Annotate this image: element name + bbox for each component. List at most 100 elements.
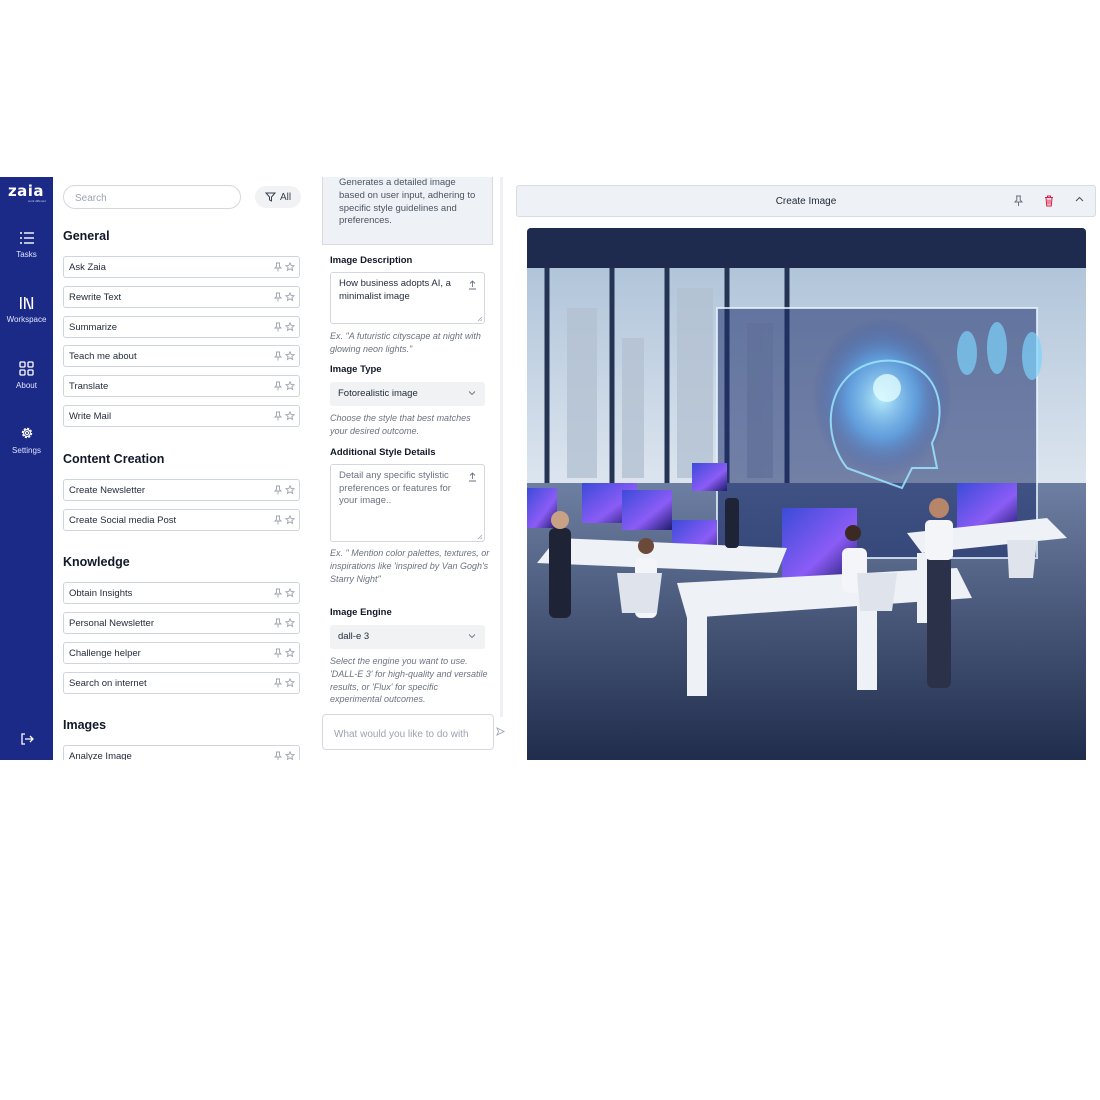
pin-icon[interactable] [274,515,282,525]
pin-icon[interactable] [274,751,282,760]
image-description-field[interactable]: How business adopts AI, a minimalist ima… [330,272,485,324]
pin-icon[interactable] [274,678,282,688]
task-item-ask-zaia[interactable]: Ask Zaia [63,256,300,278]
task-description: Generates a detailed image based on user… [322,177,493,245]
nav-label-settings: Settings [12,446,41,455]
image-engine-value: dall-e 3 [338,631,370,642]
grid-icon [19,361,34,376]
image-description-value: How business adopts AI, a minimalist ima… [339,278,451,302]
nav-label-about: About [16,381,37,390]
filter-button[interactable]: All [255,186,301,208]
task-label: Rewrite Text [69,292,122,303]
task-item-obtain-insights[interactable]: Obtain Insights [63,582,300,604]
chevron-up-icon[interactable] [1075,196,1084,202]
chat-input-box [322,714,494,750]
task-item-write-mail[interactable]: Write Mail [63,405,300,427]
star-icon[interactable] [285,618,295,628]
nav-item-settings[interactable]: Settings [0,425,53,455]
task-item-create-newsletter[interactable]: Create Newsletter [63,479,300,501]
star-icon[interactable] [285,678,295,688]
pin-icon[interactable] [274,588,282,598]
image-type-select[interactable]: Fotorealistic image [330,382,485,406]
nav-item-tasks[interactable]: Tasks [0,231,53,259]
task-item-search-on-internet[interactable]: Search on internet [63,672,300,694]
chat-input[interactable] [332,723,491,745]
result-header: Create Image [516,185,1096,217]
task-item-create-social-media-post[interactable]: Create Social media Post [63,509,300,531]
additional-style-placeholder: Detail any specific stylistic preference… [339,470,451,507]
star-icon[interactable] [285,588,295,598]
pin-icon[interactable] [274,292,282,302]
task-item-translate[interactable]: Translate [63,375,300,397]
pin-icon[interactable] [274,322,282,332]
pin-icon[interactable] [274,618,282,628]
resize-handle-icon[interactable] [477,534,483,540]
pin-icon[interactable] [274,262,282,272]
image-engine-select[interactable]: dall-e 3 [330,625,485,649]
library-icon [19,297,33,310]
search-input[interactable] [73,187,227,209]
star-icon[interactable] [285,322,295,332]
result-title: Create Image [775,196,837,207]
nav-item-about[interactable]: About [0,361,53,390]
star-icon[interactable] [285,351,295,361]
star-icon[interactable] [285,262,295,272]
generated-image[interactable] [527,228,1086,760]
result-panel: Create Image [516,185,1096,760]
filter-icon [264,192,276,202]
chevron-down-icon [468,391,476,396]
nav-label-workspace: Workspace [6,315,47,324]
upload-icon[interactable] [468,472,477,482]
task-item-summarize[interactable]: Summarize [63,316,300,338]
pin-icon[interactable] [274,485,282,495]
task-label: Obtain Insights [69,588,133,599]
task-item-challenge-helper[interactable]: Challenge helper [63,642,300,664]
task-item-rewrite-text[interactable]: Rewrite Text [63,286,300,308]
task-item-personal-newsletter[interactable]: Personal Newsletter [63,612,300,634]
task-label: Analyze Image [69,751,132,760]
chevron-down-icon [468,634,476,639]
task-label: Search on internet [69,678,147,689]
additional-style-hint: Ex. " Mention color palettes, textures, … [330,548,490,584]
section-title-general: General [63,229,110,243]
image-type-label: Image Type [330,364,382,375]
pin-icon[interactable] [1014,195,1023,207]
pin-icon[interactable] [274,351,282,361]
form-scrollbar[interactable] [500,177,503,717]
trash-icon[interactable] [1044,195,1054,207]
image-description-label: Image Description [330,255,413,266]
upload-icon[interactable] [468,280,477,290]
section-title-knowledge: Knowledge [63,555,130,569]
section-title-content-creation: Content Creation [63,452,165,466]
logout-button[interactable] [0,733,53,745]
task-label: Ask Zaia [69,262,106,273]
tasks-panel: All General Ask Zaia Rewrite Text Summar… [53,177,310,760]
filter-label: All [279,191,292,203]
zaia-logo[interactable]: zaia work different [6,183,46,203]
star-icon[interactable] [285,751,295,760]
pin-icon[interactable] [274,381,282,391]
star-icon[interactable] [285,292,295,302]
search-box [63,185,241,209]
task-label: Create Newsletter [69,485,146,496]
send-icon[interactable] [496,727,505,736]
task-form: Generates a detailed image based on user… [312,177,502,760]
star-icon[interactable] [285,411,295,421]
task-item-teach-me-about[interactable]: Teach me about [63,345,300,367]
resize-handle-icon[interactable] [477,316,483,322]
task-item-analyze-image[interactable]: Analyze Image [63,745,300,760]
additional-style-field[interactable]: Detail any specific stylistic preference… [330,464,485,542]
pin-icon[interactable] [274,648,282,658]
image-type-hint: Choose the style that best matches your … [330,413,471,436]
logo-text: zaia [7,182,45,200]
star-icon[interactable] [285,485,295,495]
image-engine-hint: Select the engine you want to use. 'DALL… [330,656,488,705]
pin-icon[interactable] [274,411,282,421]
section-title-images: Images [63,718,107,732]
nav-item-workspace[interactable]: Workspace [0,296,53,324]
star-icon[interactable] [285,515,295,525]
task-label: Personal Newsletter [69,618,155,629]
star-icon[interactable] [285,648,295,658]
task-label: Create Social media Post [69,515,177,526]
star-icon[interactable] [285,381,295,391]
